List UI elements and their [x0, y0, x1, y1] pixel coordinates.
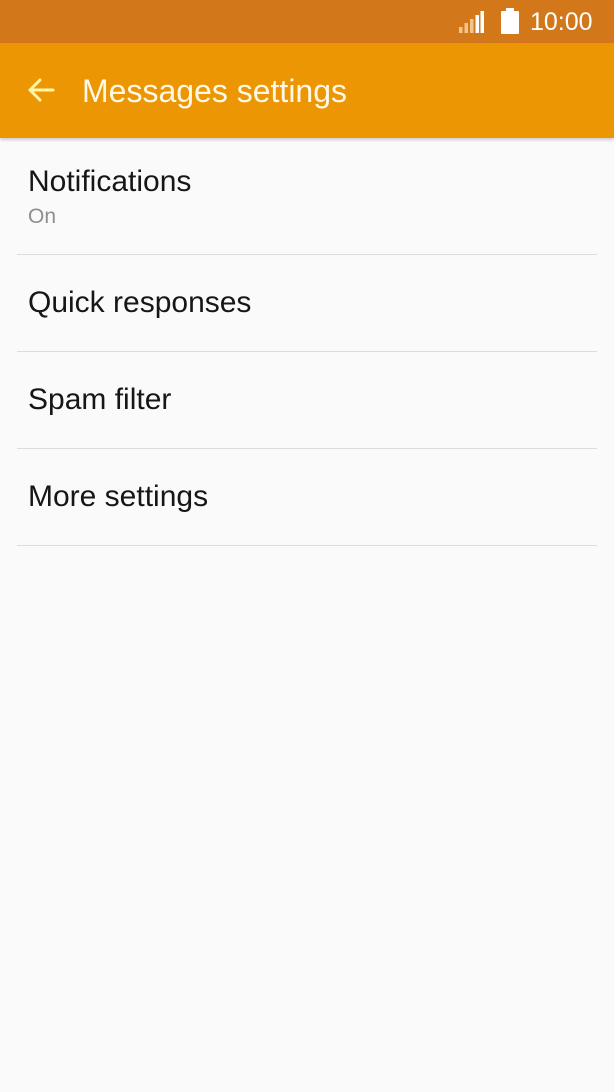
settings-item-title: Notifications	[28, 165, 192, 198]
settings-item-spam-filter[interactable]: Spam filter	[17, 352, 597, 449]
signal-icon	[459, 11, 484, 33]
status-time: 10:00	[530, 8, 593, 36]
app-bar: Messages settings	[0, 43, 614, 138]
settings-item-notifications[interactable]: Notifications On	[17, 138, 597, 255]
battery-icon	[501, 8, 519, 34]
settings-item-title: More settings	[28, 480, 209, 513]
settings-item-title: Quick responses	[28, 286, 252, 319]
back-button[interactable]	[16, 65, 66, 115]
page-title: Messages settings	[82, 73, 348, 109]
settings-item-more-settings[interactable]: More settings	[17, 449, 597, 546]
status-bar: 10:00	[0, 0, 614, 43]
screen: 10:00 Messages settings Notifications On…	[0, 0, 614, 1092]
settings-item-title: Spam filter	[28, 383, 172, 416]
back-arrow-icon	[28, 78, 55, 102]
settings-item-quick-responses[interactable]: Quick responses	[17, 255, 597, 352]
settings-item-subtitle: On	[28, 205, 57, 228]
settings-list: Notifications On Quick responses Spam fi…	[0, 138, 614, 546]
